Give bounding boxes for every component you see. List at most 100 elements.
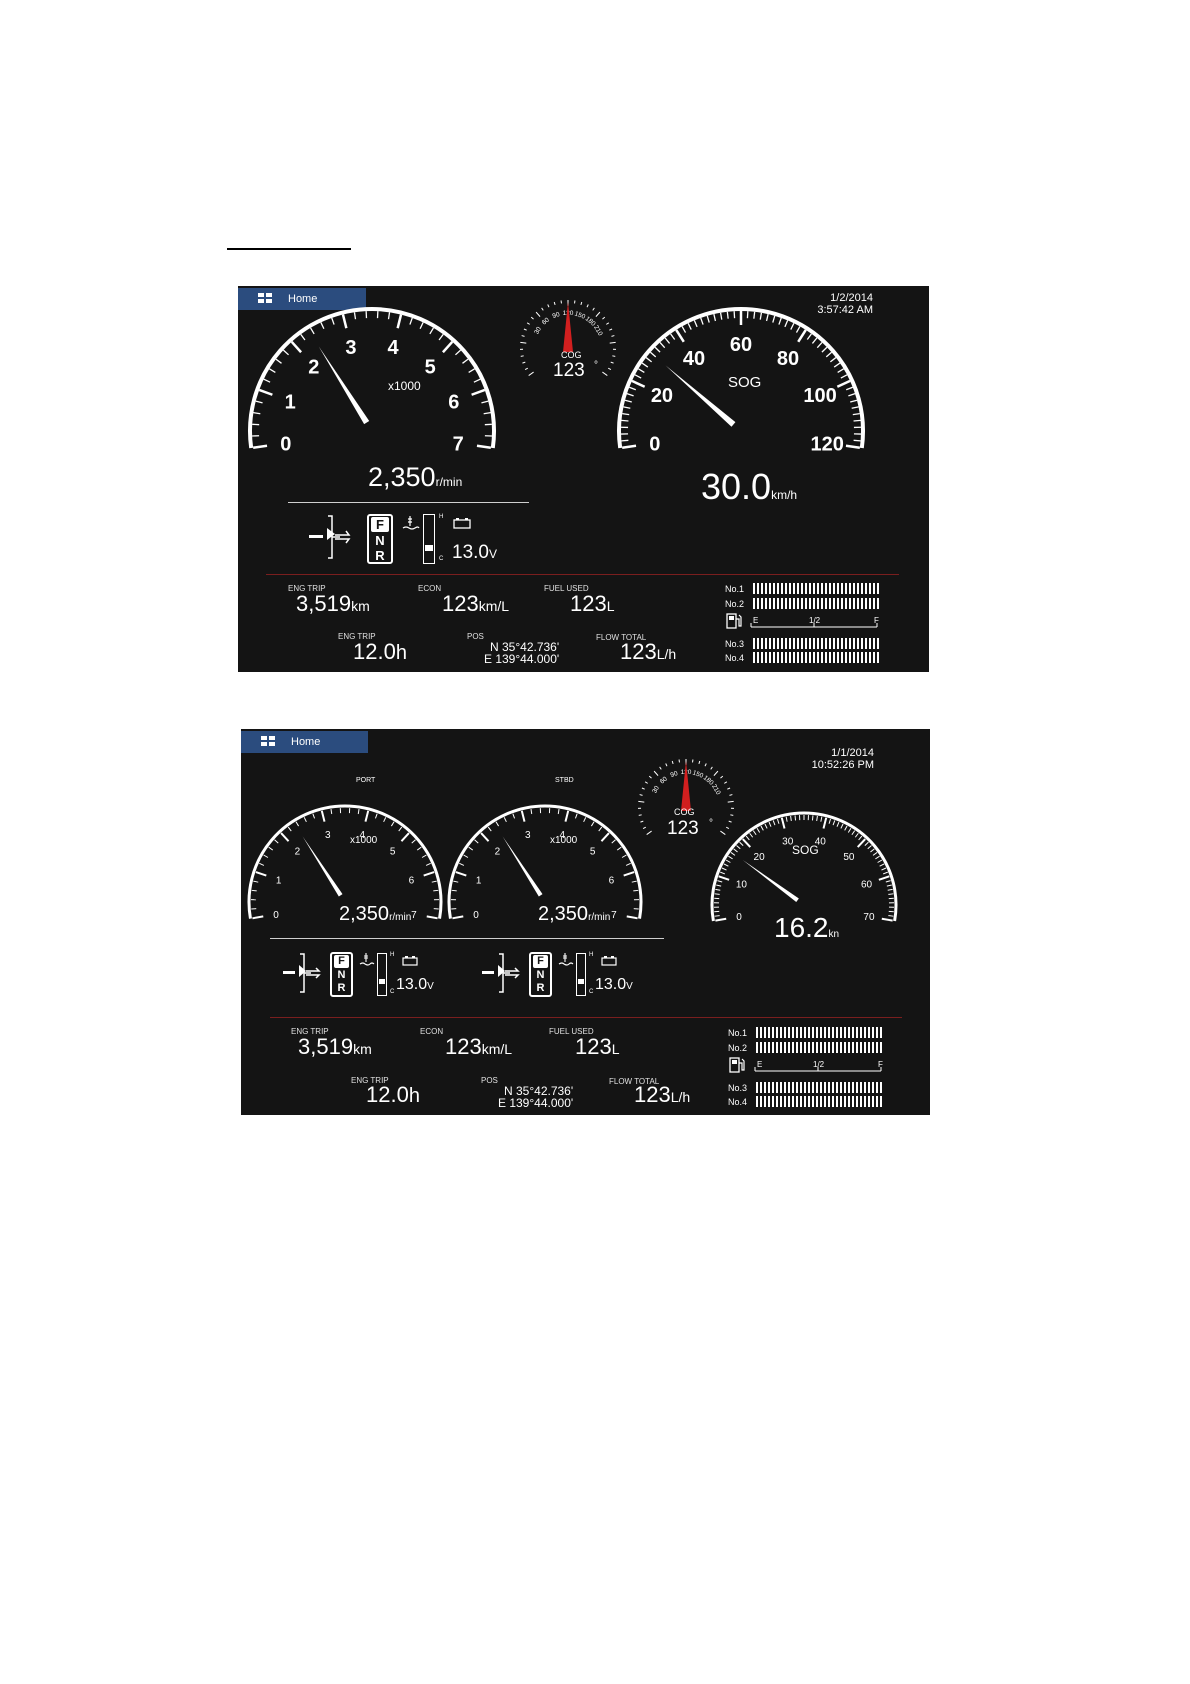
econ-readout: 123km/L xyxy=(442,591,509,617)
s1-rpm-minor-tick xyxy=(269,368,276,374)
s2-compass-tick xyxy=(713,770,719,776)
s2-stbd-minor-tick xyxy=(631,880,637,883)
tank-no2-bar xyxy=(753,598,881,609)
fuel-used-value: 123 xyxy=(570,591,607,616)
data-divider xyxy=(266,574,899,575)
s2-compass-tick xyxy=(698,760,701,765)
eng-trip-dist-unit: km xyxy=(353,1041,372,1057)
s1-sog-major-tick xyxy=(797,329,807,343)
flow-total-unit: L/h xyxy=(656,646,677,662)
s2-compass-tick xyxy=(665,763,668,767)
voltage-readout: 13.0V xyxy=(452,542,497,564)
s2-sog-minor-tick xyxy=(879,863,885,867)
s1-rpm-minor-tick xyxy=(331,317,335,325)
s2-sog-minor-tick xyxy=(721,867,727,871)
s1-sog-minor-tick xyxy=(821,346,828,353)
s2-stbd-tick-label: 0 xyxy=(473,910,479,921)
s1-compass-tick xyxy=(609,328,613,331)
s1-compass-tick xyxy=(522,361,526,364)
s2-stbd-minor-tick xyxy=(451,889,457,892)
s2-port-minor-tick xyxy=(431,880,437,883)
tank-no3-bar xyxy=(756,1082,884,1093)
s2-stbd-minor-tick xyxy=(487,826,492,832)
s2-port-minor-tick xyxy=(398,826,403,832)
s2-port-minor-tick xyxy=(268,846,274,851)
s1-rpm-minor-tick xyxy=(320,322,325,330)
s1-sog-minor-tick xyxy=(853,419,861,422)
s1-sog-minor-tick xyxy=(659,342,666,349)
econ-value: 123 xyxy=(442,591,479,616)
fuel-used-value: 123 xyxy=(575,1034,612,1059)
s2-stbd-major-tick xyxy=(623,871,635,877)
s1-rpm-minor-tick xyxy=(263,378,271,383)
stbd-coolant-temp-icon xyxy=(558,953,574,966)
s1-sog-minor-tick xyxy=(621,419,629,422)
s2-compass-tick xyxy=(724,781,728,784)
s1-sog-minor-tick xyxy=(765,313,769,322)
s2-sog-minor-tick xyxy=(864,841,869,847)
s2-stbd-minor-tick xyxy=(463,854,469,858)
s1-sog-minor-tick xyxy=(634,374,642,379)
sog-unit: kn xyxy=(828,929,840,940)
s1-rpm-major-tick xyxy=(252,444,268,449)
s2-sog-tick-label: 50 xyxy=(843,852,855,863)
s2-sog-minor-tick xyxy=(836,821,840,827)
s1-sog-minor-tick xyxy=(687,322,692,330)
s1-sog-minor-tick xyxy=(629,386,637,391)
tank-no3-label: No.3 xyxy=(728,1082,748,1093)
s1-compass-tick xyxy=(526,322,530,325)
tank-scale-full: F xyxy=(874,616,879,625)
s1-rpm-tick-label: 3 xyxy=(345,337,356,359)
port-gear-indicator: F N R xyxy=(330,952,353,997)
s2-port-minor-tick xyxy=(253,880,259,883)
s2-sog-minor-tick xyxy=(888,915,894,917)
s1-sog-minor-tick xyxy=(626,393,634,397)
s2-port-major-tick xyxy=(426,915,438,920)
tank-no1: No.1 xyxy=(725,583,881,594)
eng-trip-hours-readout: 12.0h xyxy=(366,1082,420,1108)
data-divider xyxy=(270,1017,902,1018)
s1-compass-label: 90 xyxy=(552,311,562,320)
rpm-readout: 2,350r/min xyxy=(368,462,462,493)
tank-no4-bar xyxy=(753,652,881,663)
s2-compass-tick xyxy=(720,775,724,779)
sog-label: SOG xyxy=(728,374,762,391)
s1-sog-minor-tick xyxy=(795,326,801,333)
s2-compass-label: 210 xyxy=(710,783,722,796)
s1-sog-minor-tick xyxy=(851,406,859,409)
s1-sog-minor-tick xyxy=(664,337,671,344)
s2-compass-tick xyxy=(659,766,662,770)
stbd-temp-bar xyxy=(576,953,586,996)
s2-port-minor-tick xyxy=(374,813,378,819)
s1-sog-tick-label: 0 xyxy=(649,433,660,455)
sog-label: SOG xyxy=(792,843,819,857)
sog-value: 16.2 xyxy=(774,912,829,943)
s2-stbd-minor-tick xyxy=(621,854,627,858)
gear-forward: F xyxy=(334,955,349,968)
eng-trip-hours-readout: 12.0h xyxy=(353,639,407,665)
cog-unit: ° xyxy=(594,360,598,371)
stbd-multiplier: x1000 xyxy=(550,835,578,846)
s1-rpm-major-tick xyxy=(441,340,454,354)
s2-port-minor-tick xyxy=(259,862,265,866)
s1-compass-tick xyxy=(607,367,612,370)
pos-label: POS xyxy=(467,632,484,641)
s2-sog-minor-tick xyxy=(886,884,892,887)
port-rpm-value: 2,350 xyxy=(339,903,390,925)
coolant-temp-icon xyxy=(402,516,420,530)
s2-port-major-tick xyxy=(252,915,264,920)
s2-sog-minor-tick xyxy=(828,818,832,824)
s2-compass-tick xyxy=(704,763,707,767)
s2-sog-minor-tick xyxy=(816,815,818,822)
s1-sog-tick-label: 120 xyxy=(810,433,843,455)
sog-unit: km/h xyxy=(771,488,798,502)
s1-rpm-minor-tick xyxy=(300,334,306,341)
s2-sog-minor-tick xyxy=(870,848,875,853)
s2-sog-minor-tick xyxy=(888,893,894,895)
s2-stbd-major-tick xyxy=(564,810,570,822)
flow-total-value: 123 xyxy=(634,1082,671,1107)
s2-sog-minor-tick xyxy=(725,859,731,863)
s1-compass-tick xyxy=(523,328,527,331)
s2-port-minor-tick xyxy=(357,808,360,815)
stbd-rpm-unit: r/min xyxy=(588,912,611,923)
